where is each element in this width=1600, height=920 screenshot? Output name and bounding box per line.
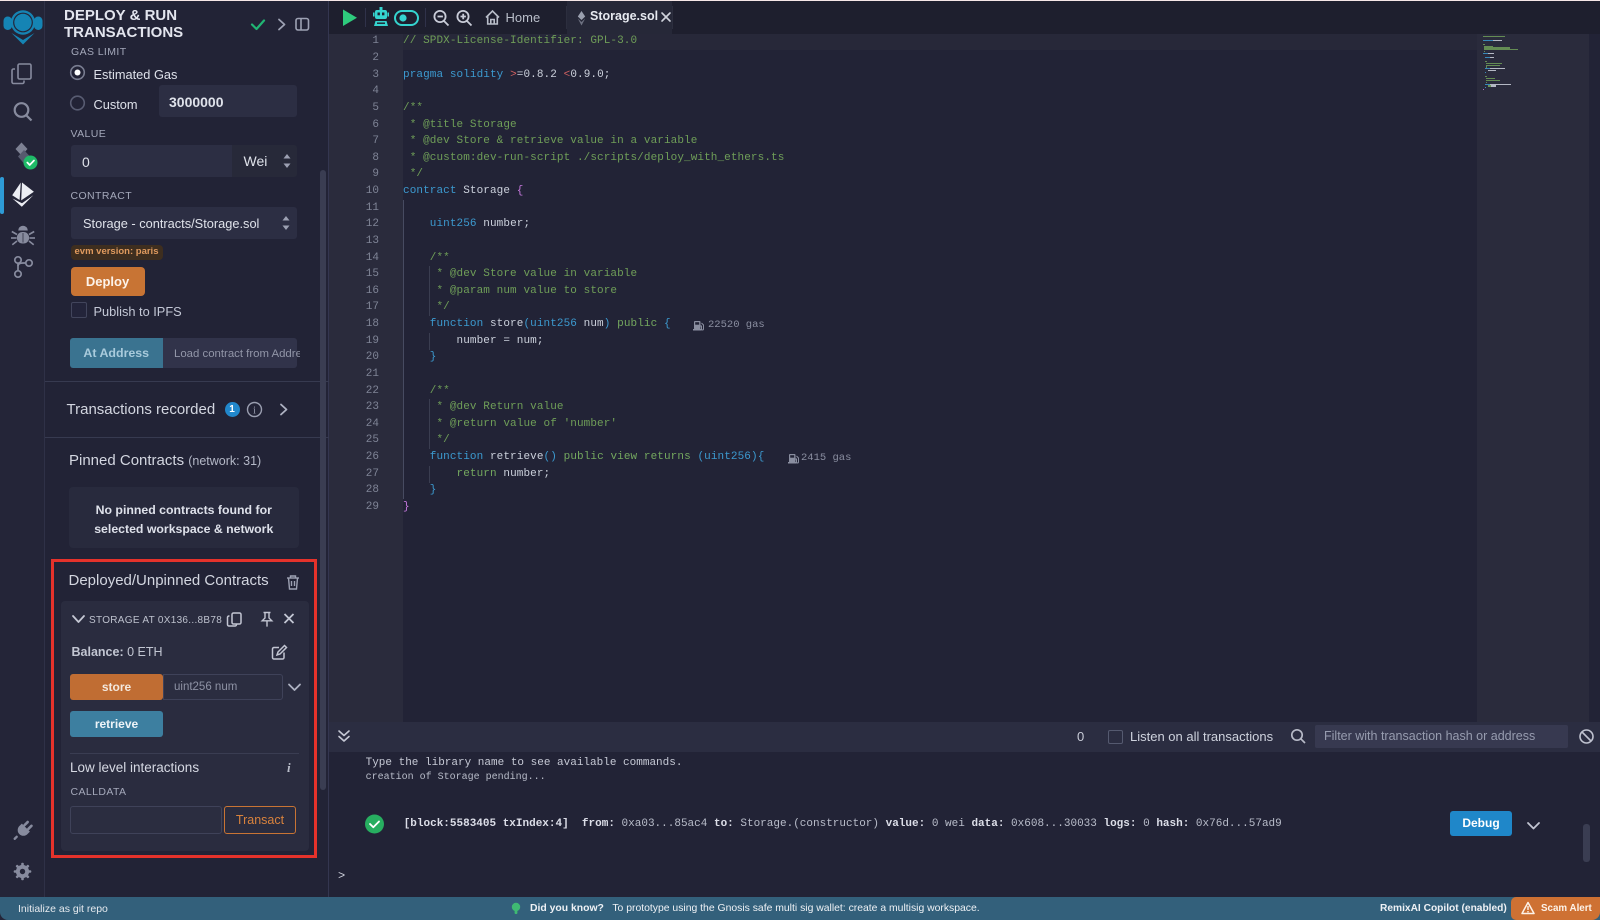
svg-text:i: i [253, 406, 256, 417]
